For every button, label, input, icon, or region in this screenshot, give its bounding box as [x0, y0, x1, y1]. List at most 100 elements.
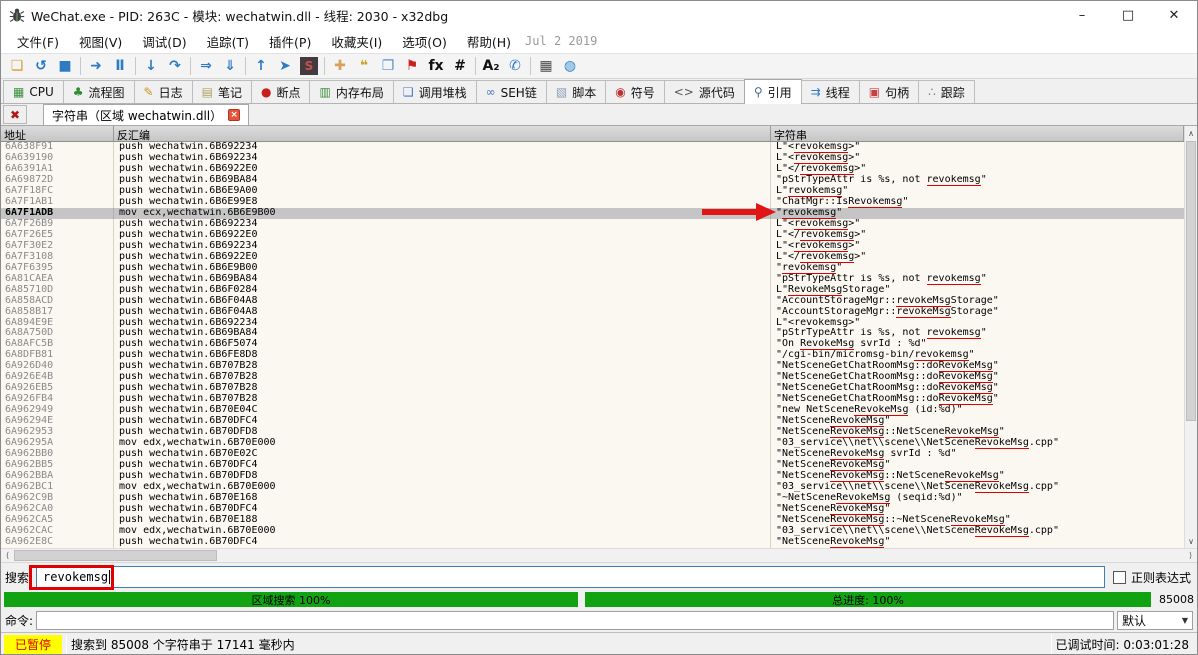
- open-file-icon[interactable]: ❏: [5, 55, 29, 77]
- globe-icon[interactable]: ◍: [558, 55, 582, 77]
- scroll-left-icon[interactable]: ⟨: [1, 549, 14, 562]
- tab-breakpoint[interactable]: ● 断点: [250, 80, 311, 103]
- table-row[interactable]: 6A962CAC mov edx,wechatwin.6B70E000 "03_se…: [1, 525, 1184, 537]
- tab-seh-chain[interactable]: ∞ SEH链: [475, 80, 547, 103]
- run-to-cursor-icon[interactable]: ⇒: [194, 55, 218, 77]
- table-row[interactable]: 6A962BB5 push wechatwin.6B70DFC4 "NetScene…: [1, 460, 1184, 472]
- run-icon[interactable]: ➜: [84, 55, 108, 77]
- table-row[interactable]: 6A6391A1 push wechatwin.6B6922E0 L"</revok…: [1, 163, 1184, 175]
- tab-threads[interactable]: ⇉ 线程: [800, 80, 860, 103]
- vertical-scrollbar-thumb[interactable]: [1186, 141, 1196, 421]
- table-row[interactable]: 6A894E9E push wechatwin.6B692234 L"<revoke…: [1, 317, 1184, 329]
- table-row[interactable]: 6A7F1ADB mov ecx,wechatwin.6B6E9B00 "revok…: [1, 207, 1184, 219]
- table-row[interactable]: 6A7F1AB1 push wechatwin.6B6E99E8 "ChatMgr:…: [1, 196, 1184, 208]
- table-row[interactable]: 6A8DFB81 push wechatwin.6B6FE8D8 "/cgi-bin…: [1, 350, 1184, 362]
- minimize-button[interactable]: –: [1059, 1, 1105, 29]
- menu-favourites[interactable]: 收藏夹(I): [321, 29, 392, 54]
- tab-notes[interactable]: ▤ 笔记: [191, 80, 252, 103]
- tab-symbols[interactable]: ◉ 符号: [605, 80, 665, 103]
- command-profile-dropdown[interactable]: 默认 ▼: [1117, 610, 1193, 630]
- calculator-icon[interactable]: ▦: [534, 55, 558, 77]
- column-header-string[interactable]: 字符串: [771, 126, 1184, 141]
- table-row[interactable]: 6A962BC1 mov edx,wechatwin.6B70E000 "03_se…: [1, 482, 1184, 493]
- table-row[interactable]: 6A962CA5 push wechatwin.6B70E188 "NetScene…: [1, 514, 1184, 526]
- table-row[interactable]: 6A962CA0 push wechatwin.6B70DFC4 "NetScene…: [1, 503, 1184, 515]
- table-row[interactable]: 6A962BB0 push wechatwin.6B70E02C "NetScene…: [1, 449, 1184, 461]
- table-row[interactable]: 6A962E8C push wechatwin.6B70DFC4 "NetScene…: [1, 536, 1184, 548]
- tab-references[interactable]: ⚲ 引用: [743, 79, 802, 104]
- table-row[interactable]: 6A7F18FC push wechatwin.6B6E9A00 L"revokem…: [1, 185, 1184, 197]
- scroll-right-icon[interactable]: ⟩: [1184, 549, 1197, 562]
- table-row[interactable]: 6A7F26E5 push wechatwin.6B6922E0 L"</revok…: [1, 229, 1184, 241]
- patches-icon[interactable]: ✚: [328, 55, 352, 77]
- column-header-address[interactable]: 地址: [1, 126, 114, 141]
- table-row[interactable]: 6A926FB4 push wechatwin.6B707B28 "NetScene…: [1, 394, 1184, 406]
- horizontal-scrollbar-thumb[interactable]: [14, 550, 217, 561]
- tab-graph[interactable]: ♣ 流程图: [62, 80, 135, 103]
- table-row[interactable]: 6A7F26B9 push wechatwin.6B692234 L"<revoke…: [1, 218, 1184, 230]
- comments-icon[interactable]: ❝: [352, 55, 376, 77]
- table-row[interactable]: 6A69872D push wechatwin.6B69BA84 "pStrType…: [1, 174, 1184, 186]
- menu-options[interactable]: 选项(O): [392, 29, 457, 54]
- tab-script[interactable]: ▧ 脚本: [545, 80, 607, 103]
- close-all-tabs-button[interactable]: ✖: [3, 105, 27, 124]
- menu-file[interactable]: 文件(F): [7, 29, 69, 54]
- restart-icon[interactable]: ↺: [29, 55, 53, 77]
- step-into-icon[interactable]: ↓: [139, 55, 163, 77]
- table-row[interactable]: 6A85710D push wechatwin.6B6F0284 L"RevokeM…: [1, 284, 1184, 296]
- table-row[interactable]: 6A858B17 push wechatwin.6B6F04A8 "AccountS…: [1, 306, 1184, 318]
- table-row[interactable]: 6A8A750D push wechatwin.6B69BA84 "pStrType…: [1, 328, 1184, 340]
- table-row[interactable]: 6A926EB5 push wechatwin.6B707B28 "NetScene…: [1, 383, 1184, 395]
- tab-cpu[interactable]: ▦ CPU: [3, 80, 64, 103]
- call-icon[interactable]: ✆: [503, 55, 527, 77]
- menu-trace[interactable]: 追踪(T): [197, 29, 259, 54]
- tab-source[interactable]: <> 源代码: [663, 80, 745, 103]
- table-row[interactable]: 6A7F6395 push wechatwin.6B6E9B00 "revokems…: [1, 262, 1184, 274]
- table-row[interactable]: 6A858ACD push wechatwin.6B6F04A8 "AccountS…: [1, 295, 1184, 307]
- menu-plugins[interactable]: 插件(P): [259, 29, 321, 54]
- table-row[interactable]: 6A96295A mov edx,wechatwin.6B70E000 "03_se…: [1, 438, 1184, 450]
- table-row[interactable]: 6A962C9B push wechatwin.6B70E168 "~NetScen…: [1, 493, 1184, 504]
- table-row[interactable]: 6A962BBA push wechatwin.6B70DFD8 "NetScene…: [1, 471, 1184, 483]
- menu-help[interactable]: 帮助(H): [457, 29, 521, 54]
- horizontal-scrollbar[interactable]: ⟨ ⟩: [1, 548, 1197, 562]
- table-row[interactable]: 6A8AFC5B push wechatwin.6B6F5074 "On Revok…: [1, 339, 1184, 351]
- pause-icon[interactable]: Ⅱ: [108, 55, 132, 77]
- search-input[interactable]: revokemsg: [36, 566, 1105, 588]
- table-row[interactable]: 6A638F91 push wechatwin.6B692234 L"<revoke…: [1, 142, 1184, 153]
- close-button[interactable]: ✕: [1151, 1, 1197, 29]
- menu-debug[interactable]: 调试(D): [132, 29, 196, 54]
- tab-trace[interactable]: ∴ 跟踪: [918, 80, 975, 103]
- menu-view[interactable]: 视图(V): [69, 29, 132, 54]
- table-row[interactable]: 6A7F30E2 push wechatwin.6B692234 L"<revoke…: [1, 240, 1184, 252]
- scroll-up-icon[interactable]: ∧: [1185, 126, 1197, 140]
- tab-handles[interactable]: ▣ 句柄: [858, 80, 920, 103]
- table-row[interactable]: 6A926D40 push wechatwin.6B707B28 "NetScene…: [1, 361, 1184, 373]
- command-input[interactable]: [36, 610, 1114, 630]
- scroll-down-icon[interactable]: ∨: [1185, 534, 1197, 548]
- tab-call-stack[interactable]: ❏ 调用堆栈: [392, 80, 477, 103]
- table-row[interactable]: 6A639190 push wechatwin.6B692234 L"<revoke…: [1, 152, 1184, 164]
- tab-close-icon[interactable]: ×: [228, 109, 241, 121]
- table-row[interactable]: 6A96294E push wechatwin.6B70DFC4 "NetScene…: [1, 416, 1184, 428]
- regex-checkbox[interactable]: [1112, 570, 1126, 584]
- tab-strings-wechatwin[interactable]: 字符串（区域 wechatwin.dll） ×: [43, 104, 250, 125]
- stop-icon[interactable]: ■: [53, 55, 77, 77]
- labels-icon[interactable]: ❐: [376, 55, 400, 77]
- functions-icon[interactable]: fx: [424, 55, 448, 77]
- table-row[interactable]: 6A962953 push wechatwin.6B70DFD8 "NetScene…: [1, 427, 1184, 439]
- step-over-icon[interactable]: ↷: [163, 55, 187, 77]
- vertical-scrollbar[interactable]: ∧ ∨: [1184, 126, 1197, 548]
- step-out-icon[interactable]: ⇓: [218, 55, 242, 77]
- bookmarks-icon[interactable]: ⚑: [400, 55, 424, 77]
- table-row[interactable]: 6A926E4B push wechatwin.6B707B28 "NetScene…: [1, 372, 1184, 384]
- tab-log[interactable]: ✎ 日志: [133, 80, 193, 103]
- table-row[interactable]: 6A962949 push wechatwin.6B70E04C "new NetS…: [1, 405, 1184, 417]
- table-row[interactable]: 6A81CAEA push wechatwin.6B69BA84 "pStrType…: [1, 273, 1184, 285]
- column-header-disassembly[interactable]: 反汇编: [114, 126, 771, 141]
- tab-memory-map[interactable]: ▥ 内存布局: [309, 80, 394, 103]
- seh-badge-icon[interactable]: S: [300, 57, 318, 75]
- attach-icon[interactable]: ➤: [273, 55, 297, 77]
- strings-icon[interactable]: A₂: [479, 55, 503, 77]
- hash-icon[interactable]: #: [448, 55, 472, 77]
